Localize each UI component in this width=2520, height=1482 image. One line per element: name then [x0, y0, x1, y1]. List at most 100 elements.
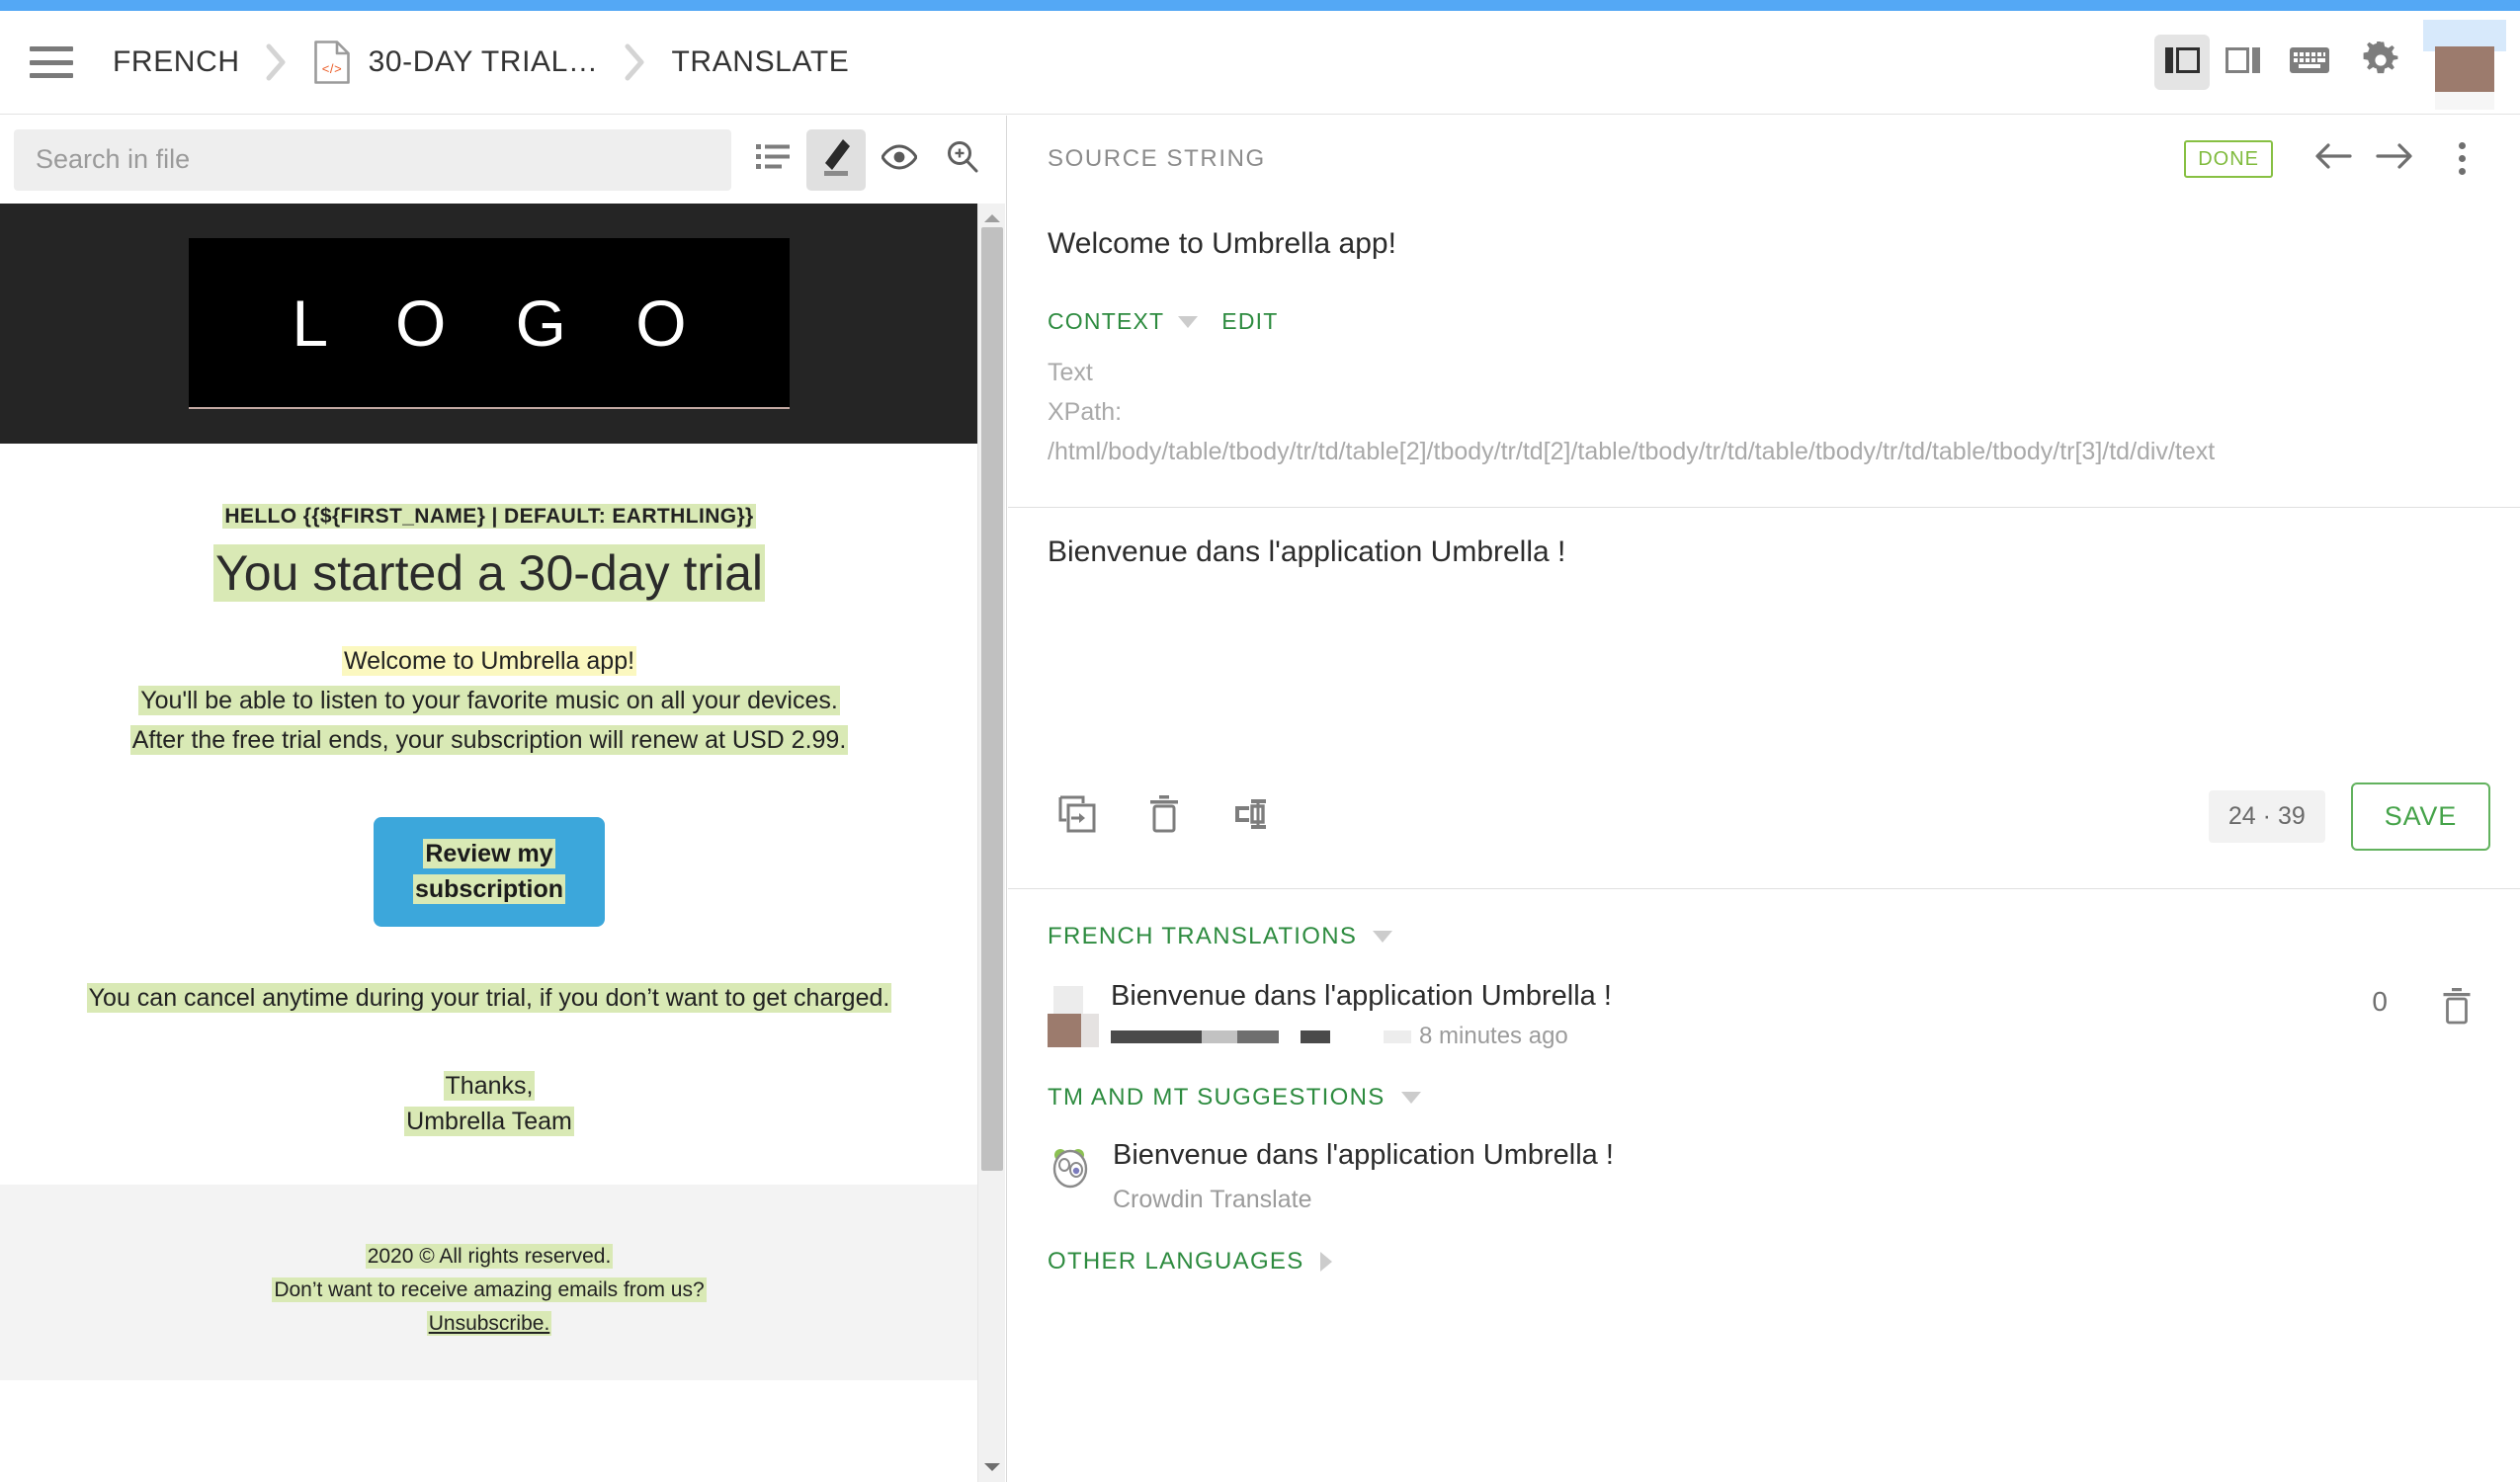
email-cta-wrapper: Review my subscription [0, 817, 978, 927]
other-languages-title[interactable]: OTHER LANGUAGES [1048, 1248, 1304, 1276]
previous-string-button[interactable] [2307, 132, 2360, 186]
list-view-button[interactable] [743, 129, 802, 191]
source-string-text: Welcome to Umbrella app! [1048, 227, 1396, 260]
save-button[interactable]: SAVE [2350, 782, 2490, 851]
scrollbar-thumb[interactable] [981, 227, 1003, 1171]
delete-translation-button[interactable] [2429, 980, 2484, 1035]
breadcrumb-label: FRENCH [113, 45, 240, 78]
french-translations-title[interactable]: FRENCH TRANSLATIONS [1048, 923, 1357, 950]
context-toggle-label[interactable]: CONTEXT [1048, 308, 1164, 335]
email-headline-line: You started a 30-day trial [0, 544, 978, 602]
context-header: CONTEXT EDIT [1008, 265, 2520, 335]
email-paragraph-text[interactable]: You'll be able to listen to your favorit… [138, 686, 840, 715]
zoom-search-button[interactable] [933, 129, 992, 191]
translation-item-text: Bienvenue dans l'application Umbrella ! [1111, 980, 1612, 1012]
breadcrumb-label: TRANSLATE [671, 45, 850, 78]
burger-line [30, 73, 73, 78]
settings-button[interactable] [2348, 35, 2413, 90]
email-signature-line: Umbrella Team [0, 1104, 978, 1139]
context-xpath-value: /html/body/table/tbody/tr/td/table[2]/tb… [1048, 438, 2216, 465]
avatar-bottom-block [2435, 92, 2494, 110]
edit-mode-button[interactable] [806, 128, 866, 191]
hidden-characters-button[interactable] [1221, 787, 1281, 847]
email-signature: Thanks, Umbrella Team [0, 1068, 978, 1139]
split-view-layout-button[interactable] [2154, 35, 2210, 90]
translation-list-item[interactable]: Bienvenue dans l'application Umbrella ! … [1008, 950, 2520, 1050]
app-header: FRENCH </> 30-DAY TRIAL… TRANSLATE [0, 11, 2520, 115]
review-subscription-button[interactable]: Review my subscription [373, 817, 605, 927]
author-name-redacted [1111, 1029, 1202, 1043]
cta-label-line1[interactable]: Review my [423, 839, 555, 868]
panel-right-layout-icon [2226, 45, 2261, 80]
translation-panel: SOURCE STRING DONE Welcome to Umbrella a… [1008, 116, 2520, 1482]
chevron-right-icon[interactable] [1319, 1252, 1332, 1272]
chevron-down-icon[interactable] [1178, 315, 1199, 328]
context-type-text: Text [1048, 359, 1093, 386]
email-paragraph-text-active[interactable]: Welcome to Umbrella app! [341, 646, 637, 676]
email-greeting-text[interactable]: HELLO {{${FIRST_NAME} | DEFAULT: EARTHLI… [222, 504, 756, 529]
search-input[interactable] [14, 128, 731, 191]
email-paragraph-line: After the free trial ends, your subscrip… [0, 722, 978, 758]
email-body: HELLO {{${FIRST_NAME} | DEFAULT: EARTHLI… [0, 444, 978, 1185]
chevron-down-icon[interactable] [1373, 931, 1393, 943]
email-preview: L O G O HELLO {{${FIRST_NAME} | DEFAULT:… [0, 204, 1006, 1482]
side-panel-layout-button[interactable] [2216, 35, 2271, 90]
author-name-redacted [1384, 1029, 1411, 1043]
scroll-up-arrow-icon[interactable] [982, 209, 1002, 227]
suggestion-item-main: Bienvenue dans l'application Umbrella ! … [1099, 1139, 1614, 1214]
burger-line [30, 59, 73, 65]
email-optout-text[interactable]: Don’t want to receive amazing emails fro… [272, 1277, 707, 1303]
copy-source-button[interactable] [1048, 787, 1107, 847]
arrow-right-icon [2376, 141, 2413, 176]
translation-input-value[interactable]: Bienvenue dans l'application Umbrella ! [1048, 535, 2480, 569]
email-copyright-text[interactable]: 2020 © All rights reserved. [365, 1244, 614, 1269]
breadcrumb-item-language[interactable]: FRENCH [113, 45, 240, 79]
panel-left-layout-icon [2164, 45, 2200, 80]
magnifier-plus-icon [946, 140, 979, 179]
email-paragraph-line: You'll be able to listen to your favorit… [0, 683, 978, 718]
arrow-left-icon [2314, 141, 2352, 176]
chevron-down-icon[interactable] [1400, 1092, 1421, 1104]
avatar[interactable] [2423, 20, 2506, 110]
tm-mt-suggestions-title[interactable]: TM AND MT SUGGESTIONS [1048, 1084, 1386, 1112]
email-team-text[interactable]: Umbrella Team [404, 1107, 574, 1136]
edit-context-button[interactable]: EDIT [1221, 308, 1278, 335]
scroll-down-arrow-icon[interactable] [982, 1458, 1002, 1476]
email-headline-text[interactable]: You started a 30-day trial [212, 544, 766, 602]
breadcrumb-item-translate[interactable]: TRANSLATE [672, 45, 850, 79]
next-string-button[interactable] [2368, 132, 2421, 186]
trash-icon [2442, 987, 2472, 1029]
suggestion-list-item[interactable]: Bienvenue dans l'application Umbrella ! … [1008, 1112, 2520, 1214]
email-cancel-note-text[interactable]: You can cancel anytime during your trial… [86, 983, 892, 1013]
breadcrumb-item-file[interactable]: </> 30-DAY TRIAL… [313, 40, 599, 85]
clear-translation-button[interactable] [1134, 787, 1194, 847]
preview-mode-button[interactable] [870, 129, 929, 191]
character-limit: 39 [2277, 802, 2306, 830]
email-paragraph: Welcome to Umbrella app! You'll be able … [0, 643, 978, 758]
translation-item-timestamp: 8 minutes ago [1419, 1023, 1568, 1049]
email-paragraph-text[interactable]: After the free trial ends, your subscrip… [129, 725, 849, 755]
source-string-label: SOURCE STRING [1048, 144, 1266, 172]
kebab-dot [2458, 155, 2466, 162]
preview-scrollbar[interactable] [977, 204, 1005, 1482]
email-paragraph-line: Welcome to Umbrella app! [0, 643, 978, 679]
unsubscribe-link[interactable]: Unsubscribe. [426, 1311, 552, 1337]
email-signature-line: Thanks, [0, 1068, 978, 1104]
kebab-menu-icon[interactable] [2439, 132, 2484, 186]
email-cancel-note-line: You can cancel anytime during your trial… [0, 983, 978, 1013]
author-name-redacted [1301, 1029, 1330, 1043]
translation-item-meta: 8 minutes ago [1111, 1023, 2372, 1050]
status-badge[interactable]: DONE [2184, 139, 2273, 178]
keyboard-shortcuts-button[interactable] [2277, 35, 2342, 90]
cta-label-line2[interactable]: subscription [412, 873, 565, 904]
file-preview-panel: L O G O HELLO {{${FIRST_NAME} | DEFAULT:… [0, 116, 1007, 1482]
preview-view-toolbar [743, 128, 992, 191]
french-translations-header: FRENCH TRANSLATIONS [1008, 889, 2520, 950]
email-footer: 2020 © All rights reserved. Don’t want t… [0, 1185, 978, 1381]
search-toolbar [0, 116, 1006, 204]
hamburger-menu-icon[interactable] [30, 46, 73, 78]
email-thanks-text[interactable]: Thanks, [443, 1071, 536, 1101]
translation-editor[interactable]: Bienvenue dans l'application Umbrella ! [1008, 508, 2520, 705]
translation-item-main: Bienvenue dans l'application Umbrella ! … [1099, 980, 2372, 1050]
email-greeting-line: HELLO {{${FIRST_NAME} | DEFAULT: EARTHLI… [0, 504, 978, 529]
